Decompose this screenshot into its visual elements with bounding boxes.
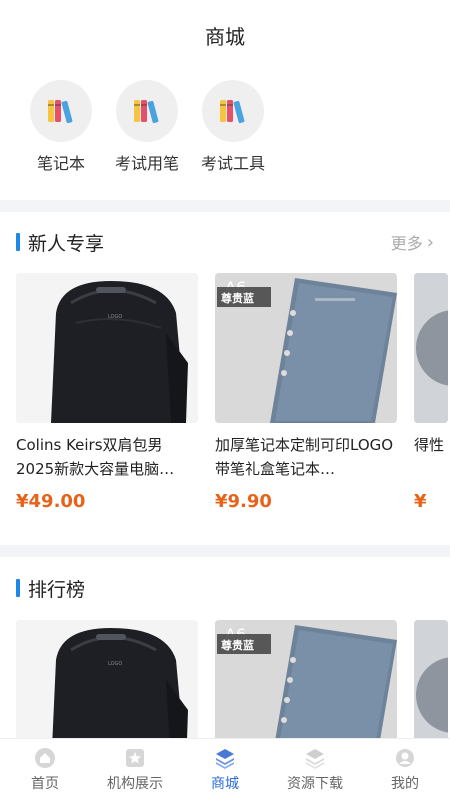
product-price: ¥	[414, 491, 427, 512]
tab-mall[interactable]: 商城	[180, 739, 270, 800]
section-header-newcomer: 新人专享 更多 ›	[0, 222, 450, 262]
product-badge: 尊贵蓝	[221, 638, 254, 652]
tab-mine[interactable]: 我的	[360, 739, 450, 800]
svg-text:LOGO: LOGO	[108, 314, 122, 320]
tab-label: 我的	[391, 775, 419, 792]
tab-label: 商城	[211, 775, 239, 792]
books-icon	[30, 80, 92, 142]
product-image	[414, 273, 448, 423]
top-header: 商城	[0, 0, 450, 70]
tab-label: 机构展示	[107, 775, 163, 792]
product-list-newcomer: LOGO Colins Keirs双肩包男2025新款大容量电脑… ¥49.00…	[16, 273, 450, 512]
section-accent-bar	[16, 233, 20, 251]
tab-resources[interactable]: 资源下载	[270, 739, 360, 800]
product-image-backpack: LOGO	[16, 273, 198, 423]
section-title: 排行榜	[28, 578, 86, 601]
page-title: 商城	[205, 24, 245, 49]
more-link[interactable]: 更多 ›	[391, 230, 434, 254]
layers-icon	[216, 748, 234, 769]
category-label: 考试工具	[200, 154, 265, 173]
home-icon	[35, 747, 55, 768]
category-exam-tools[interactable]: 考试工具	[190, 80, 276, 190]
category-label: 考试用笔	[114, 154, 179, 173]
tab-home[interactable]: 首页	[0, 739, 90, 800]
section-header-ranking: 排行榜	[0, 568, 450, 608]
more-label: 更多	[390, 234, 423, 253]
category-exam-pen[interactable]: 考试用笔	[104, 80, 190, 190]
tab-label: 首页	[31, 775, 59, 792]
product-name: 加厚笔记本定制可印LOGO带笔礼盒笔记本…	[215, 436, 394, 478]
star-badge-icon	[126, 748, 144, 767]
product-name: 得性	[414, 436, 445, 454]
product-price: ¥49.00	[16, 491, 86, 512]
section-divider	[0, 200, 450, 212]
books-icon	[202, 80, 264, 142]
chevron-right-icon: ›	[426, 231, 434, 253]
product-price: ¥9.90	[215, 491, 272, 512]
books-icon	[116, 80, 178, 142]
tab-label: 资源下载	[287, 775, 343, 792]
category-notebook[interactable]: 笔记本	[18, 80, 104, 190]
category-row: 笔记本 考试用笔 考试工具	[0, 80, 450, 190]
product-card[interactable]: 得性 ¥	[414, 273, 448, 512]
section-divider	[0, 545, 450, 557]
category-label: 笔记本	[36, 154, 85, 173]
product-image-notebook: A6 尊贵蓝	[215, 273, 397, 423]
section-title: 新人专享	[28, 232, 105, 255]
product-name: Colins Keirs双肩包男2025新款大容量电脑…	[16, 436, 175, 478]
user-icon	[396, 748, 414, 767]
product-badge: 尊贵蓝	[221, 291, 254, 305]
product-card[interactable]: LOGO Colins Keirs双肩包男2025新款大容量电脑… ¥49.00	[16, 273, 198, 512]
bottom-tab-bar: 首页 机构展示 商城 资源下载 我的	[0, 738, 450, 800]
tab-institution[interactable]: 机构展示	[90, 739, 180, 800]
stack-icon	[306, 748, 324, 769]
svg-text:LOGO: LOGO	[108, 661, 122, 667]
product-card[interactable]: A6 尊贵蓝 加厚笔记本定制可印LOGO带笔礼盒笔记本… ¥9.90	[215, 273, 397, 512]
section-accent-bar	[16, 579, 20, 597]
